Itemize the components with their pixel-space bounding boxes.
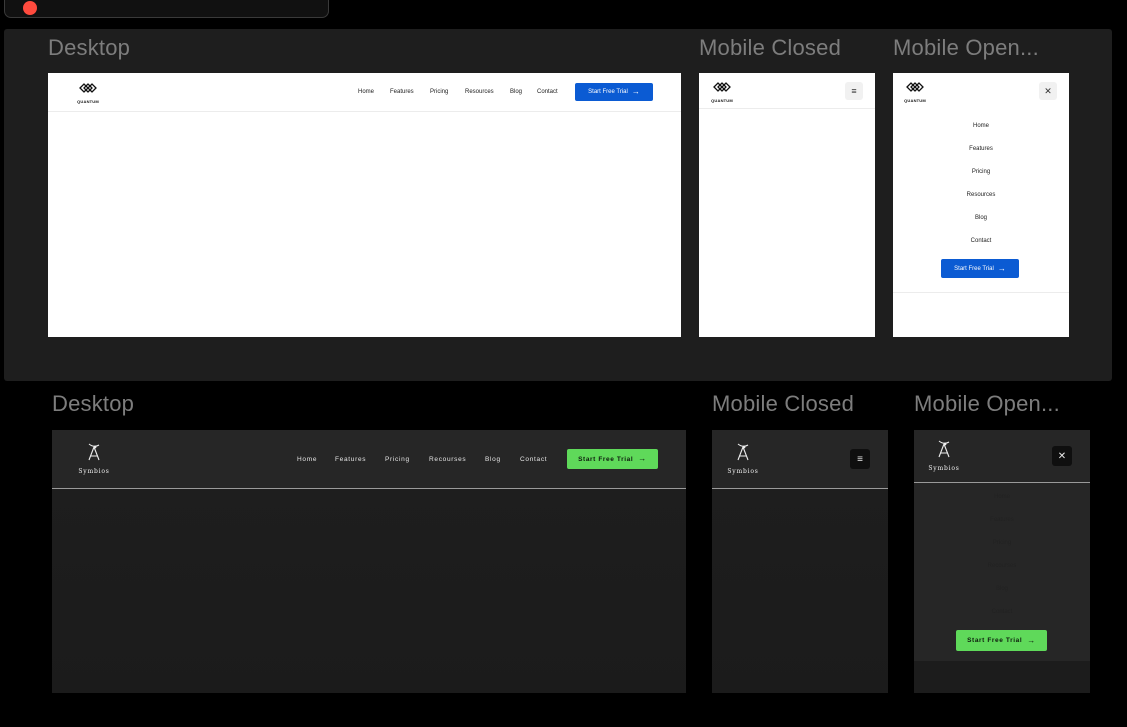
nav-features[interactable]: Features: [390, 89, 414, 95]
mobile-nav-resources[interactable]: Resources: [893, 192, 1069, 198]
nav-blog[interactable]: Blog: [485, 456, 501, 463]
mobile-closed-dark-navbar: Symbios ≡: [712, 430, 888, 489]
arrow-right-icon: →: [638, 454, 647, 463]
menu-divider: [893, 292, 1069, 293]
mobile-closed-light-frame: QUANTUM ≡: [699, 73, 875, 337]
mobile-nav-recourses[interactable]: Recourses: [914, 563, 1090, 569]
nav-pricing[interactable]: Pricing: [385, 456, 410, 463]
brand-wordmark: Symbios: [78, 468, 110, 475]
mobile-open-light-navbar: QUANTUM ✕: [893, 73, 1069, 108]
symbios-logo[interactable]: Symbios: [725, 442, 761, 475]
mobile-nav-pricing[interactable]: Pricing: [914, 540, 1090, 546]
brand-wordmark: Symbios: [727, 468, 759, 475]
symbios-logo[interactable]: Symbios: [926, 439, 962, 472]
nav-pricing[interactable]: Pricing: [430, 89, 448, 95]
frame-label-desktop: Desktop: [52, 391, 135, 416]
mobile-open-dark-navbar: Symbios ✕: [914, 430, 1090, 483]
mobile-nav-blog[interactable]: Blog: [914, 586, 1090, 592]
arrow-right-icon: →: [1027, 635, 1036, 645]
nav-blog[interactable]: Blog: [510, 89, 522, 95]
brand-wordmark: QUANTUM: [711, 98, 733, 103]
mobile-closed-dark-frame: Symbios ≡: [712, 430, 888, 693]
quantum-logo-icon: [713, 82, 731, 92]
frame-label-desktop: Desktop: [48, 35, 131, 60]
quantum-logo[interactable]: QUANTUM: [74, 81, 102, 104]
start-free-trial-button[interactable]: Start Free Trial →: [567, 449, 658, 469]
desktop-dark-navbar: Symbios Home Features Pricing Recourses …: [52, 430, 686, 489]
desktop-light-frame: QUANTUM Home Features Pricing Resources …: [48, 73, 681, 337]
hamburger-icon[interactable]: ≡: [845, 82, 863, 100]
mobile-nav-contact[interactable]: Contact: [914, 609, 1090, 615]
desktop-dark-frame: Symbios Home Features Pricing Recourses …: [52, 430, 686, 693]
arrow-right-icon: →: [997, 263, 1006, 273]
cta-label: Start Free Trial: [967, 637, 1023, 644]
record-dot-icon: [23, 1, 37, 15]
mobile-nav-home[interactable]: Home: [893, 123, 1069, 129]
frame-label-mobile-open: Mobile Open...: [893, 35, 1039, 60]
start-free-trial-button[interactable]: Start Free Trial →: [941, 259, 1019, 278]
frame-label-mobile-closed: Mobile Closed: [699, 35, 842, 60]
mobile-open-dark-frame: Symbios ✕ Home Features Pricing Recourse…: [914, 430, 1090, 693]
nav-contact[interactable]: Contact: [537, 89, 558, 95]
mobile-nav-pricing[interactable]: Pricing: [893, 169, 1069, 175]
nav-resources[interactable]: Resources: [465, 89, 494, 95]
cta-label: Start Free Trial: [588, 89, 628, 95]
mobile-nav-home[interactable]: Home: [914, 494, 1090, 500]
nav-contact[interactable]: Contact: [520, 456, 547, 463]
quantum-logo-icon: [79, 83, 97, 93]
quantum-logo[interactable]: QUANTUM: [901, 80, 929, 103]
frame-label-mobile-open: Mobile Open...: [914, 391, 1060, 416]
nav-home[interactable]: Home: [358, 89, 374, 95]
mobile-nav-features[interactable]: Features: [893, 146, 1069, 152]
frame-label-mobile-closed: Mobile Closed: [712, 391, 855, 416]
start-free-trial-button[interactable]: Start Free Trial →: [956, 630, 1047, 651]
brand-wordmark: Symbios: [928, 465, 960, 472]
nav-home[interactable]: Home: [297, 456, 317, 463]
nav-features[interactable]: Features: [335, 456, 366, 463]
mobile-open-light-frame: QUANTUM ✕ Home Features Pricing Resource…: [893, 73, 1069, 337]
nav-recourses[interactable]: Recourses: [429, 456, 466, 463]
cta-label: Start Free Trial: [954, 265, 994, 272]
hamburger-icon[interactable]: ≡: [850, 449, 870, 469]
symbios-logo-icon: [938, 440, 950, 458]
close-icon[interactable]: ✕: [1039, 82, 1057, 100]
close-icon[interactable]: ✕: [1052, 446, 1072, 466]
mobile-nav-blog[interactable]: Blog: [893, 215, 1069, 221]
quantum-logo[interactable]: QUANTUM: [708, 80, 736, 103]
symbios-logo-icon: [88, 443, 100, 461]
mobile-nav-features[interactable]: Features: [914, 517, 1090, 523]
start-free-trial-button[interactable]: Start Free Trial →: [575, 83, 653, 101]
brand-wordmark: QUANTUM: [904, 98, 926, 103]
quantum-logo-icon: [906, 82, 924, 92]
cta-label: Start Free Trial: [578, 455, 634, 463]
tab-pill: [4, 0, 329, 18]
arrow-right-icon: →: [631, 87, 640, 96]
menu-footer-area: [914, 661, 1090, 693]
mobile-closed-light-navbar: QUANTUM ≡: [699, 73, 875, 109]
mobile-nav-contact[interactable]: Contact: [893, 238, 1069, 244]
symbios-logo-icon: [737, 443, 749, 461]
symbios-logo[interactable]: Symbios: [76, 442, 112, 475]
brand-wordmark: QUANTUM: [77, 99, 99, 104]
desktop-light-navbar: QUANTUM Home Features Pricing Resources …: [48, 73, 681, 112]
